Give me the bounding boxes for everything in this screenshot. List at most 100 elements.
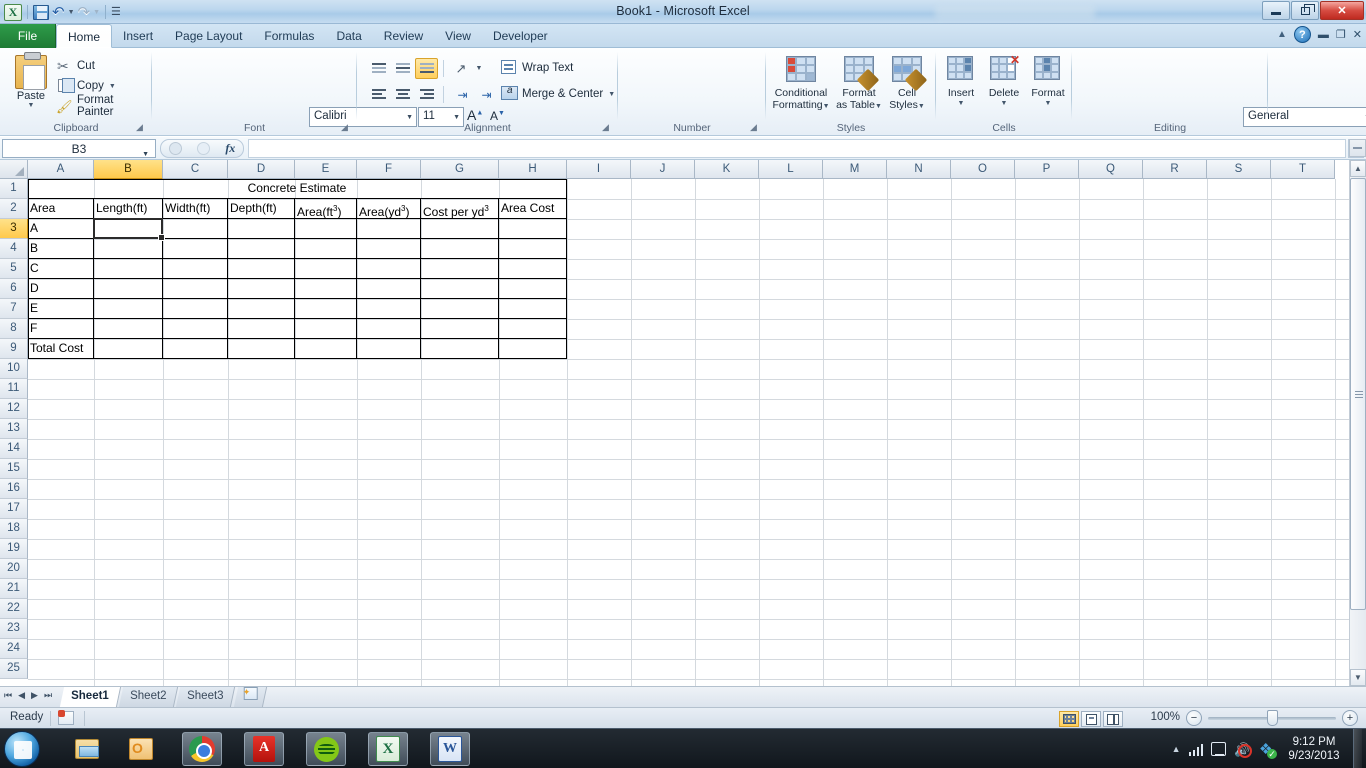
tab-view[interactable]: View [434,24,482,48]
cell-d3[interactable] [228,219,295,239]
column-header-o[interactable]: O [951,160,1015,179]
taskbar-spotify[interactable] [306,732,346,766]
row-header-6[interactable]: 6 [0,279,28,299]
cell-d9[interactable] [228,339,295,359]
cell-g6[interactable] [421,279,499,299]
cell-f6[interactable] [357,279,421,299]
merge-center-button[interactable]: Merge & Center ▼ [501,84,615,104]
align-left-button[interactable] [367,84,390,105]
cells-area[interactable]: Concrete EstimateAreaLength(ft)Width(ft)… [28,179,1349,686]
cell-a5[interactable]: C [28,259,94,279]
signal-bars-icon[interactable] [1189,743,1204,756]
tab-review[interactable]: Review [373,24,434,48]
cell-e5[interactable] [295,259,357,279]
minimize-button[interactable] [1262,1,1290,20]
column-header-k[interactable]: K [695,160,759,179]
column-header-m[interactable]: M [823,160,887,179]
row-header-13[interactable]: 13 [0,419,28,439]
tab-home[interactable]: Home [56,24,112,48]
cell-a8[interactable]: F [28,319,94,339]
sheet-tab-sheet3[interactable]: Sheet3 [176,687,236,707]
dropbox-icon[interactable] [1259,742,1275,757]
cell-f3[interactable] [357,219,421,239]
next-sheet-icon[interactable]: ▶ [31,690,38,701]
last-sheet-icon[interactable]: ⏭ [44,690,52,701]
vertical-scrollbar[interactable]: ▲ ▼ [1349,160,1366,686]
cell-g5[interactable] [421,259,499,279]
prev-sheet-icon[interactable]: ◀ [18,690,25,701]
column-header-c[interactable]: C [163,160,228,179]
sheet-tab-sheet1[interactable]: Sheet1 [60,687,121,707]
cell-b9[interactable] [94,339,163,359]
cell-c9[interactable] [163,339,228,359]
conditional-formatting-button[interactable]: Conditional Formatting▼ [770,52,832,116]
active-cell-selection[interactable] [93,218,163,239]
cell-styles-button[interactable]: Cell Styles▼ [880,52,934,116]
cell-e8[interactable] [295,319,357,339]
column-header-q[interactable]: Q [1079,160,1143,179]
row-header-23[interactable]: 23 [0,619,28,639]
row-header-24[interactable]: 24 [0,639,28,659]
cell-b2-header[interactable]: Length(ft) [94,199,163,219]
bottom-align-button[interactable] [415,58,438,79]
cell-h4[interactable] [499,239,567,259]
cell-c6[interactable] [163,279,228,299]
cell-a6[interactable]: D [28,279,94,299]
format-cells-dropdown-icon[interactable]: ▼ [1026,100,1070,107]
cell-e9[interactable] [295,339,357,359]
cut-button[interactable]: Cut [56,56,95,76]
paste-button[interactable]: Paste ▼ [8,53,54,115]
cell-a7[interactable]: E [28,299,94,319]
cell-e4[interactable] [295,239,357,259]
column-header-i[interactable]: I [567,160,631,179]
show-hidden-icons-icon[interactable]: ▲ [1172,744,1181,754]
cell-g7[interactable] [421,299,499,319]
row-header-12[interactable]: 12 [0,399,28,419]
cell-d8[interactable] [228,319,295,339]
cell-f9[interactable] [357,339,421,359]
row-header-25[interactable]: 25 [0,659,28,679]
column-header-r[interactable]: R [1143,160,1207,179]
cell-e3[interactable] [295,219,357,239]
cell-b8[interactable] [94,319,163,339]
cell-g4[interactable] [421,239,499,259]
align-right-button[interactable] [415,84,438,105]
cell-c4[interactable] [163,239,228,259]
decrease-indent-button[interactable] [451,84,474,105]
tab-developer[interactable]: Developer [482,24,559,48]
taskbar-outlook[interactable] [124,732,158,766]
cell-h2-header[interactable]: Area Cost [499,199,567,219]
view-page-layout-button[interactable] [1081,711,1101,727]
number-dialog-launcher[interactable]: ◢ [750,122,761,133]
row-header-18[interactable]: 18 [0,519,28,539]
row-header-22[interactable]: 22 [0,599,28,619]
row-header-19[interactable]: 19 [0,539,28,559]
cell-g3[interactable] [421,219,499,239]
cell-a3[interactable]: A [28,219,94,239]
taskbar-adobe-reader[interactable] [244,732,284,766]
cell-d2-header[interactable]: Depth(ft) [228,199,295,219]
row-header-7[interactable]: 7 [0,299,28,319]
cell-h3[interactable] [499,219,567,239]
row-header-8[interactable]: 8 [0,319,28,339]
row-header-10[interactable]: 10 [0,359,28,379]
row-header-9[interactable]: 9 [0,339,28,359]
tab-page-layout[interactable]: Page Layout [164,24,253,48]
align-center-button[interactable] [391,84,414,105]
insert-function-icon[interactable]: fx [225,141,235,156]
zoom-level[interactable]: 100% [1151,711,1180,723]
column-header-d[interactable]: D [228,160,295,179]
insert-sheet-button[interactable] [233,687,266,707]
delete-cells-dropdown-icon[interactable]: ▼ [982,100,1026,107]
row-header-17[interactable]: 17 [0,499,28,519]
cell-d7[interactable] [228,299,295,319]
taskbar-excel[interactable] [368,732,408,766]
zoom-out-button[interactable]: − [1186,710,1202,726]
cancel-formula-icon[interactable] [169,142,182,155]
column-header-j[interactable]: J [631,160,695,179]
cell-b4[interactable] [94,239,163,259]
cell-e6[interactable] [295,279,357,299]
cell-h9[interactable] [499,339,567,359]
row-header-3[interactable]: 3 [0,219,28,239]
column-header-s[interactable]: S [1207,160,1271,179]
